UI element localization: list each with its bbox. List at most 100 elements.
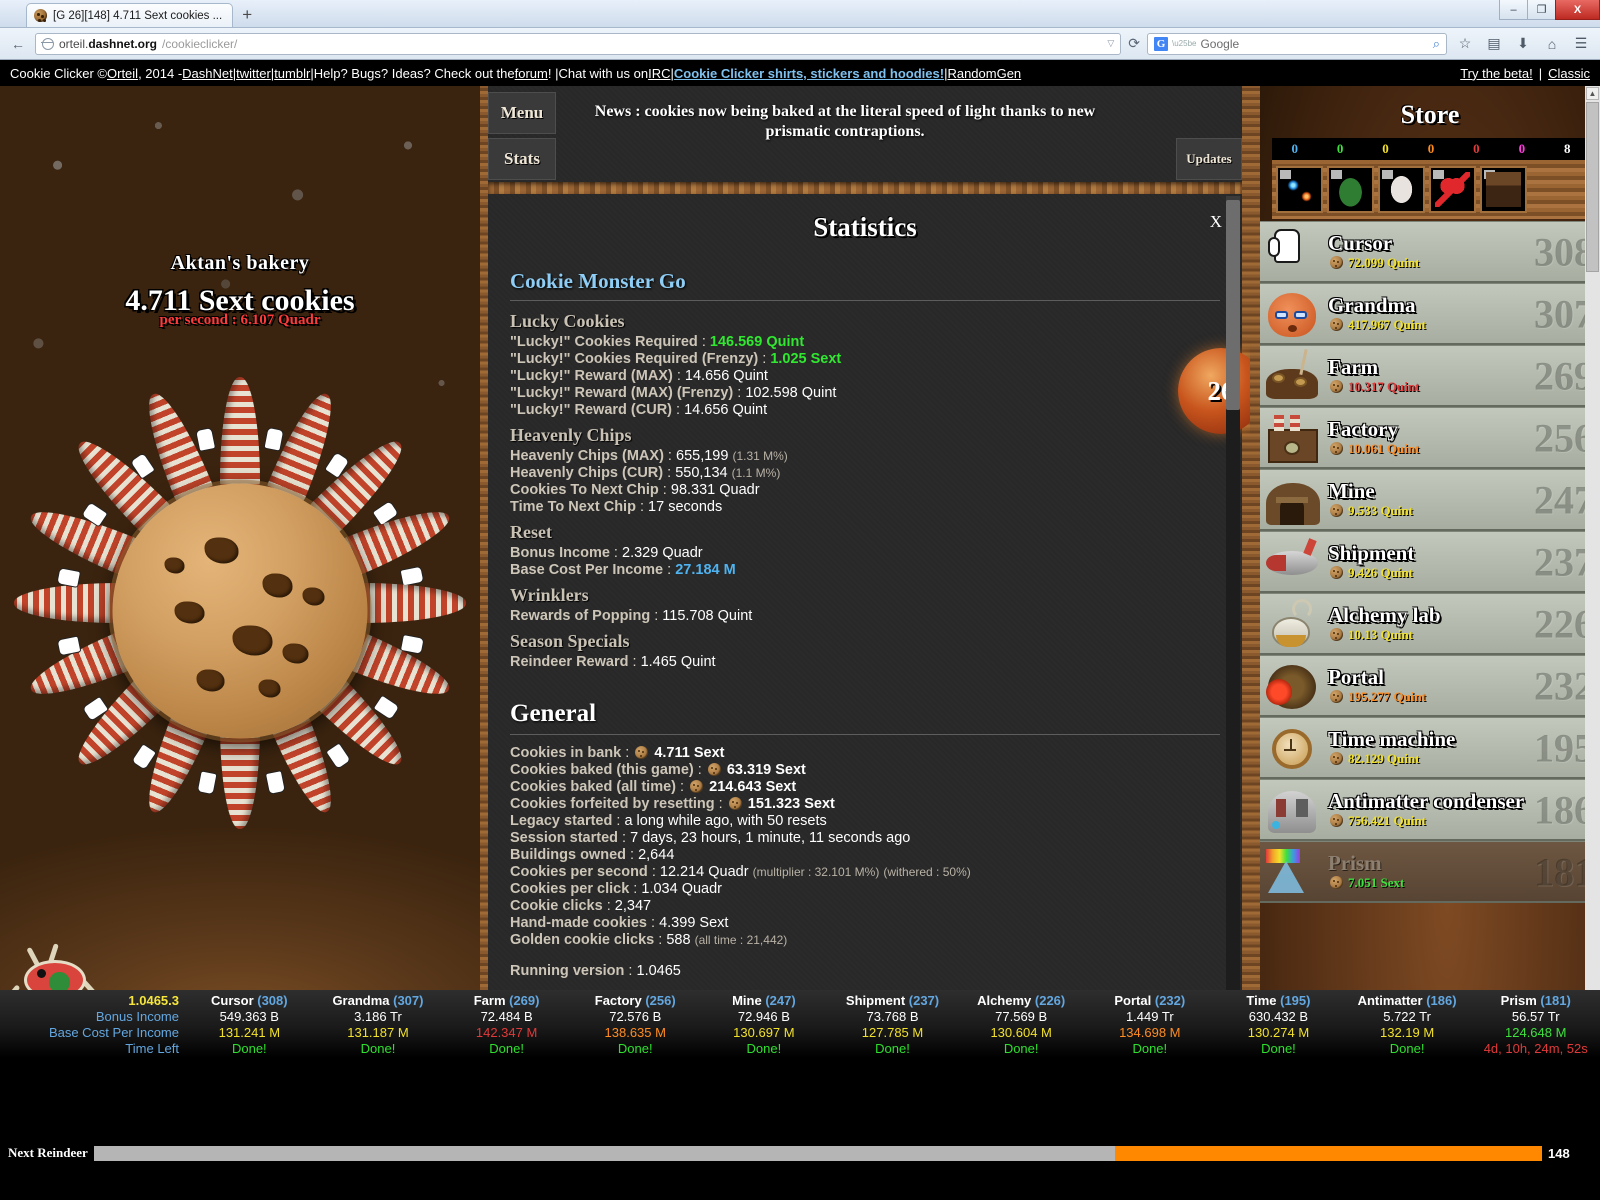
- stat-row: Base Cost Per Income : 27.184 M: [510, 562, 736, 578]
- sep: |: [1538, 65, 1543, 81]
- bookmark-star-icon[interactable]: ☆: [1454, 33, 1476, 55]
- link-orteil[interactable]: Orteil: [107, 66, 138, 81]
- bottom-col-portal: Portal (232) 1.449 Tr 134.698 M Done!: [1085, 990, 1214, 1058]
- bottom-col-income: 630.432 B: [1248, 1009, 1309, 1024]
- bottom-col-title: Alchemy (226): [977, 993, 1066, 1008]
- store-item-shipment[interactable]: Shipment 9.426 Quint 237: [1260, 531, 1600, 593]
- divider: [510, 300, 1220, 301]
- upgrade-counter: 0: [1336, 141, 1344, 156]
- store-item-portal[interactable]: Portal 195.277 Quint 232: [1260, 655, 1600, 717]
- sparkle-upgrade[interactable]: [1276, 166, 1323, 213]
- ghost-cookie-upgrade-glyph: [1384, 172, 1419, 207]
- stat-row: Time To Next Chip : 17 seconds: [510, 499, 723, 515]
- cookie-icon: [1330, 876, 1343, 890]
- cookie-icon: [1330, 318, 1343, 332]
- url-path: /cookieclicker/: [162, 36, 238, 51]
- tab-updates[interactable]: Updates: [1176, 138, 1242, 180]
- close-button[interactable]: X: [1555, 0, 1600, 20]
- sep: ! |: [547, 65, 559, 81]
- download-icon[interactable]: ⬇: [1512, 33, 1534, 55]
- stat-row: Golden cookie clicks : 588 (all time : 2…: [510, 932, 788, 948]
- cursor-icon: [1262, 223, 1324, 281]
- store-scrollbar[interactable]: ▲ ▼: [1585, 86, 1600, 1076]
- link-forum[interactable]: forum: [515, 66, 548, 81]
- reload-icon[interactable]: ⟳: [1128, 35, 1140, 52]
- tab-title: [G 26][148] 4.711 Sext cookies ...: [53, 9, 223, 22]
- cookie-icon: [1330, 814, 1343, 828]
- cookie-icon: [1330, 690, 1343, 704]
- link-twitter[interactable]: twitter: [236, 66, 271, 81]
- minimize-button[interactable]: –: [1499, 0, 1528, 20]
- link-tumblr[interactable]: tumblr: [274, 66, 310, 81]
- stat-row: "Lucky!" Reward (CUR) : 14.656 Quint: [510, 402, 768, 418]
- stats-section-heading: Cookie Monster Go: [510, 269, 686, 293]
- cursor-hand-icon: [264, 770, 286, 795]
- maximize-button[interactable]: ❐: [1527, 0, 1556, 20]
- address-bar[interactable]: orteil.dashnet.org/cookieclicker/ ▽: [35, 32, 1122, 55]
- link-randomgen[interactable]: RandomGen: [947, 66, 1021, 81]
- back-icon[interactable]: ←: [8, 34, 28, 54]
- store-item-prism[interactable]: Prism 7.051 Sext 181: [1260, 841, 1600, 903]
- bottom-col-cost: 132.19 M: [1379, 1025, 1435, 1040]
- bottom-label-bonus-income: Bonus Income: [95, 1009, 179, 1024]
- chat-text: Chat with us on: [558, 65, 649, 81]
- store-item-farm[interactable]: Farm 10.317 Quint 269: [1260, 345, 1600, 407]
- link-try-beta[interactable]: Try the beta!: [1460, 66, 1533, 81]
- store-item-mine[interactable]: Mine 9.533 Quint 247: [1260, 469, 1600, 531]
- chest-upgrade[interactable]: [1480, 166, 1527, 213]
- tab-menu[interactable]: Menu: [488, 92, 556, 134]
- stat-row: "Lucky!" Cookies Required (Frenzy) : 1.0…: [510, 351, 842, 367]
- big-cookie[interactable]: [112, 483, 368, 739]
- cookie-chip: [262, 573, 293, 598]
- stat-row: "Lucky!" Reward (MAX) (Frenzy) : 102.598…: [510, 385, 837, 401]
- stat-row: Cookies in bank : 4.711 Sext: [510, 745, 725, 761]
- stat-row: Cookies baked (all time) : 214.643 Sext: [510, 779, 797, 795]
- link-classic[interactable]: Classic: [1548, 66, 1590, 81]
- christmas-tree-upgrade[interactable]: [1327, 166, 1374, 213]
- bottom-col-shipment: Shipment (237) 73.768 B 127.785 M Done!: [828, 990, 957, 1058]
- cursor-hand-icon: [399, 565, 425, 587]
- bottom-col-prism: Prism (181) 56.57 Tr 124.648 M 4d, 10h, 24m…: [1471, 990, 1600, 1058]
- link-dashnet[interactable]: DashNet: [182, 66, 233, 81]
- store-item-time-machine[interactable]: Time machine 82.129 Quint 195: [1260, 717, 1600, 779]
- link-shirts[interactable]: Cookie Clicker shirts, stickers and hood…: [674, 66, 944, 81]
- search-icon[interactable]: ⌕: [1433, 36, 1440, 52]
- new-tab-button[interactable]: +: [242, 5, 252, 25]
- tab-stats[interactable]: Stats: [488, 138, 556, 180]
- center-scrollbar-thumb[interactable]: [1226, 200, 1240, 410]
- topbar-prefix: Cookie Clicker ©: [10, 65, 107, 81]
- browser-tab[interactable]: [G 26][148] 4.711 Sext cookies ...: [26, 3, 234, 27]
- close-icon[interactable]: X: [1210, 212, 1222, 232]
- store-item-antimatter-condenser[interactable]: Antimatter condenser 756.421 Quint 186: [1260, 779, 1600, 841]
- stat-row: Reindeer Reward : 1.465 Quint: [510, 654, 716, 670]
- wrinkler[interactable]: [220, 377, 260, 495]
- store-scroll-up-icon[interactable]: ▲: [1586, 87, 1599, 100]
- heart-cookie-upgrade[interactable]: [1429, 166, 1476, 213]
- bottom-col-income: 72.946 B: [737, 1009, 790, 1024]
- hamburger-menu-icon[interactable]: ☰: [1570, 33, 1592, 55]
- home-icon[interactable]: ⌂: [1541, 33, 1563, 55]
- bakery-name[interactable]: Aktan's bakery: [0, 252, 480, 275]
- factory-icon: [1262, 409, 1324, 467]
- bottom-col-income: 73.768 B: [866, 1009, 919, 1024]
- heart-cookie-upgrade-glyph: [1435, 172, 1470, 207]
- ghost-cookie-upgrade[interactable]: [1378, 166, 1425, 213]
- link-irc[interactable]: IRC: [648, 66, 670, 81]
- search-input[interactable]: G \u25be Google ⌕: [1147, 32, 1447, 55]
- cookie-chip: [196, 669, 225, 692]
- bottom-col-cost: 130.697 M: [733, 1025, 795, 1040]
- store-scrollbar-thumb[interactable]: [1586, 102, 1599, 272]
- reader-icon[interactable]: ▤: [1483, 33, 1505, 55]
- bottom-col-income: 5.722 Tr: [1383, 1009, 1431, 1024]
- chevron-down-icon[interactable]: ▽: [1107, 38, 1114, 49]
- store-item-alchemy-lab[interactable]: Alchemy lab 10.13 Quint 226: [1260, 593, 1600, 655]
- store-item-factory[interactable]: Factory 10.061 Quint 256: [1260, 407, 1600, 469]
- sparkle-upgrade-glyph: [1282, 172, 1317, 207]
- store-item-grandma[interactable]: Grandma 417.967 Quint 307: [1260, 283, 1600, 345]
- stat-row: Buildings owned : 2,644: [510, 847, 675, 863]
- bottom-col-time: Done!: [1261, 1041, 1296, 1056]
- news-row: Menu Stats News : cookies now being bake…: [488, 86, 1242, 182]
- store-item-cursor[interactable]: Cursor 72.099 Quint 308: [1260, 221, 1600, 283]
- bottom-bar-labels: 1.0465.3 Bonus Income Base Cost Per Inco…: [0, 990, 185, 1058]
- statistics-panel: X Statistics Cookie Monster Go Lucky Cook…: [488, 194, 1242, 1076]
